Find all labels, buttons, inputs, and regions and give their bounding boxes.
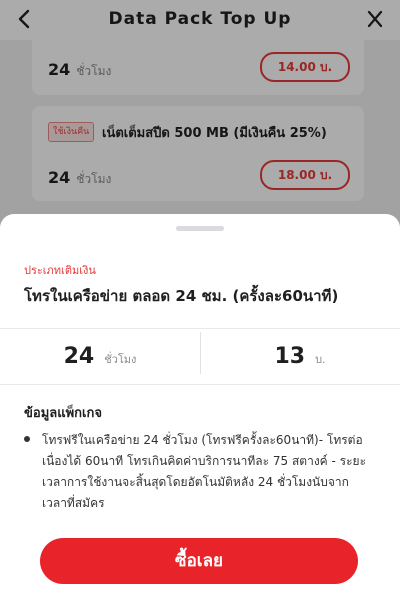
package-info-heading: ข้อมูลแพ็กเกจ (24, 406, 102, 421)
duration-value: 24 (63, 344, 95, 369)
duration-stat: 24 ชั่วโมง (0, 332, 200, 382)
package-category: ประเภทเติมเงิน (24, 264, 96, 277)
bullet-icon (24, 436, 30, 442)
drag-handle[interactable] (176, 226, 224, 231)
price-stat: 13 บ. (200, 332, 400, 382)
bottom-sheet: ประเภทเติมเงิน โทรในเครือข่าย ตลอด 24 ชม… (0, 214, 400, 600)
duration-unit: ชั่วโมง (104, 353, 137, 366)
buy-now-button[interactable]: ซื้อเลย (40, 538, 358, 584)
package-info-text: โทรฟรีในเครือข่าย 24 ชั่วโมง (โทรฟรีครั้… (42, 433, 367, 510)
divider (0, 384, 400, 385)
price-value: 13 (274, 344, 306, 369)
divider (0, 328, 400, 329)
price-unit: บ. (315, 353, 326, 366)
package-title: โทรในเครือข่าย ตลอด 24 ชม. (ครั้งละ60นาท… (24, 287, 339, 305)
